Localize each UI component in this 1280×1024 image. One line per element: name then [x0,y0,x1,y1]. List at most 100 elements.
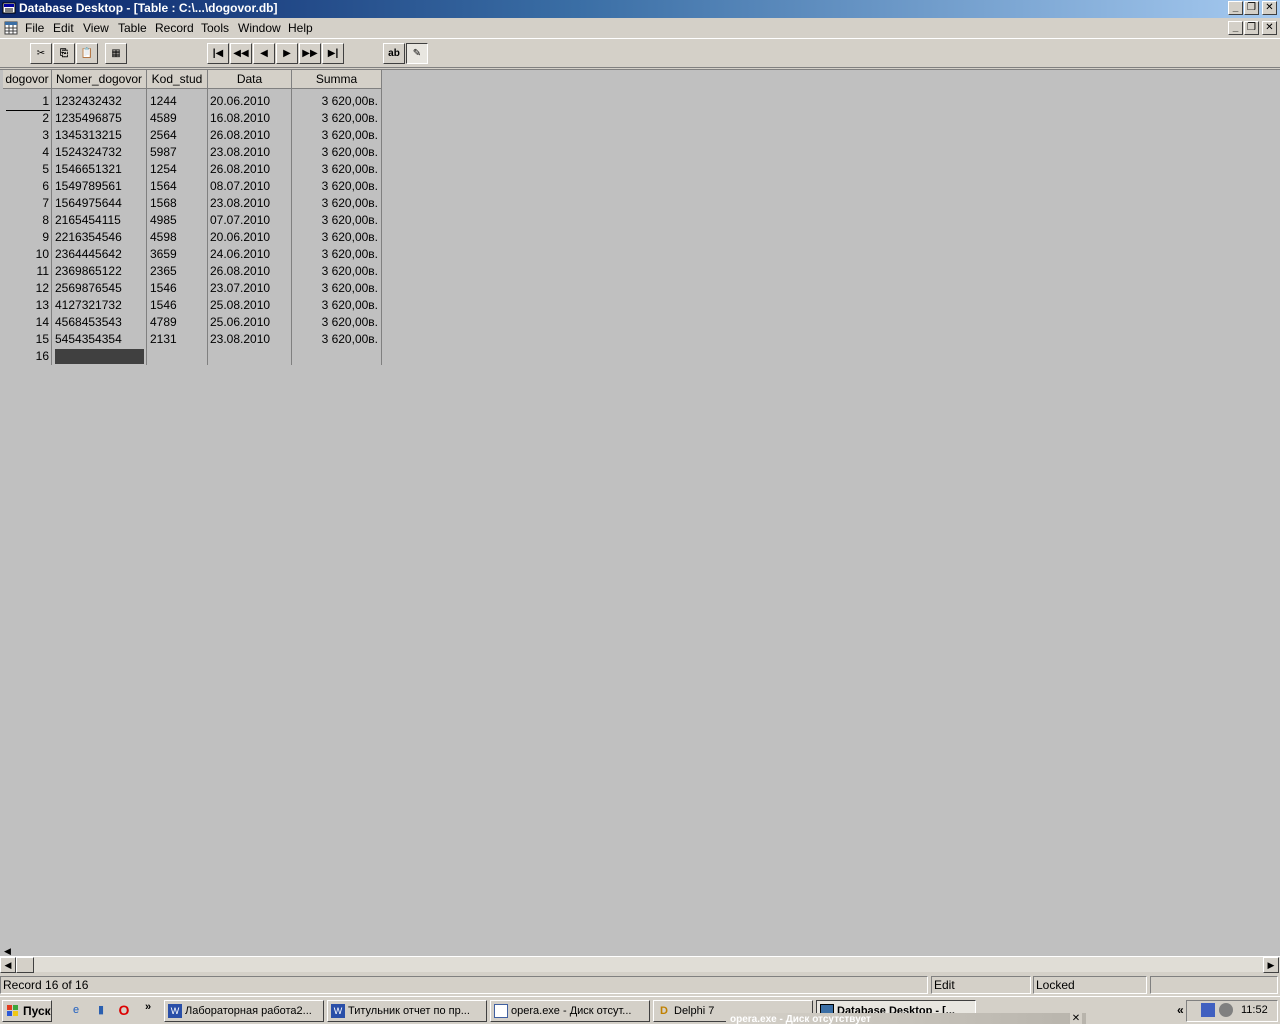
scroll-left-button[interactable]: ◀ [0,957,16,973]
menu-tools[interactable]: Tools [201,21,229,35]
restore-button[interactable]: ❐ [1244,1,1259,15]
cell-data[interactable]: 23.08.2010 [210,144,290,161]
cell-data[interactable]: 26.08.2010 [210,161,290,178]
cell-dogovor[interactable]: 12 [3,280,49,297]
cut-button[interactable]: ✂ [30,43,52,64]
cell-summa[interactable]: 3 620,00в. [294,212,378,229]
cell-summa[interactable]: 3 620,00в. [294,331,378,348]
clock[interactable]: 11:52 [1241,1004,1268,1016]
menu-table[interactable]: Table [118,21,147,35]
cell-kod-stud[interactable]: 2131 [150,331,206,348]
cell-nomer-dogovor[interactable]: 1235496875 [55,110,145,127]
cell-nomer-dogovor[interactable]: 1345313215 [55,127,145,144]
minimize-button[interactable]: _ [1228,1,1243,15]
quicklaunch-more-icon[interactable]: » [140,999,156,1015]
cell-summa[interactable]: 3 620,00в. [294,280,378,297]
cell-data[interactable]: 16.08.2010 [210,110,290,127]
cell-kod-stud[interactable]: 1244 [150,93,206,110]
paste-button[interactable]: 📋 [76,43,98,64]
horizontal-scrollbar[interactable]: ◀ ▶ [0,956,1280,973]
cell-data[interactable]: 20.06.2010 [210,93,290,110]
cell-kod-stud[interactable]: 1546 [150,280,206,297]
cell-nomer-dogovor[interactable]: 4127321732 [55,297,145,314]
cell-data[interactable]: 23.08.2010 [210,331,290,348]
cell-summa[interactable]: 3 620,00в. [294,144,378,161]
notification-popup[interactable]: opera.exe - Диск отсутствует ✕ [726,1013,1086,1024]
cell-summa[interactable]: 3 620,00в. [294,297,378,314]
scroll-right-button[interactable]: ▶ [1263,957,1279,973]
cell-dogovor[interactable]: 6 [3,178,49,195]
child-restore-button[interactable]: ❐ [1244,21,1259,35]
cell-dogovor[interactable]: 7 [3,195,49,212]
table-window-icon[interactable] [4,21,18,35]
cell-summa[interactable]: 3 620,00в. [294,195,378,212]
cell-dogovor[interactable]: 10 [3,246,49,263]
cell-kod-stud[interactable]: 4598 [150,229,206,246]
prev-set-button[interactable]: ◀◀ [230,43,252,64]
title-bar[interactable]: Database Desktop - [Table : C:\...\dogov… [0,0,1280,18]
prev-record-button[interactable]: ◀ [253,43,275,64]
menu-edit[interactable]: Edit [53,21,74,35]
cell-data[interactable]: 08.07.2010 [210,178,290,195]
cell-summa[interactable]: 3 620,00в. [294,127,378,144]
print-button[interactable]: ▦ [105,43,127,64]
cell-data[interactable]: 25.08.2010 [210,297,290,314]
cell-nomer-dogovor[interactable]: 2216354546 [55,229,145,246]
column-header-summa[interactable]: Summa [292,70,382,89]
field-view-button[interactable]: ab [383,43,405,64]
start-button[interactable]: Пуск [2,1000,52,1022]
cell-kod-stud[interactable]: 2365 [150,263,206,280]
cell-nomer-dogovor[interactable]: 1549789561 [55,178,145,195]
task-item-lab-work[interactable]: W Лабораторная работа2... [164,1000,324,1022]
cell-kod-stud[interactable]: 4789 [150,314,206,331]
notification-close-icon[interactable]: ✕ [1070,1013,1082,1024]
cell-dogovor[interactable]: 16 [3,348,49,365]
cell-nomer-dogovor[interactable]: 5454354354 [55,331,145,348]
table-view[interactable]: dogovor Nomer_dogovor Kod_stud Data Summ… [0,69,1280,956]
column-header-nomer-dogovor[interactable]: Nomer_dogovor [52,70,147,89]
menu-view[interactable]: View [83,21,109,35]
cell-nomer-dogovor[interactable]: 2165454115 [55,212,145,229]
column-header-kod-stud[interactable]: Kod_stud [147,70,208,89]
cell-nomer-dogovor[interactable]: 2369865122 [55,263,145,280]
cell-nomer-dogovor[interactable]: 1546651321 [55,161,145,178]
cell-nomer-dogovor[interactable]: 4568453543 [55,314,145,331]
cell-kod-stud[interactable]: 4985 [150,212,206,229]
next-set-button[interactable]: ▶▶ [299,43,321,64]
cell-dogovor[interactable]: 4 [3,144,49,161]
cell-kod-stud[interactable]: 1568 [150,195,206,212]
cell-dogovor[interactable]: 14 [3,314,49,331]
child-minimize-button[interactable]: _ [1228,21,1243,35]
internet-explorer-icon[interactable]: e [68,1002,84,1018]
cell-data[interactable]: 07.07.2010 [210,212,290,229]
last-record-button[interactable]: ▶| [322,43,344,64]
cell-summa[interactable]: 3 620,00в. [294,110,378,127]
menu-help[interactable]: Help [288,21,313,35]
cell-data[interactable]: 26.08.2010 [210,127,290,144]
cell-dogovor[interactable]: 15 [3,331,49,348]
copy-button[interactable]: ⎘ [53,43,75,64]
cell-kod-stud[interactable]: 2564 [150,127,206,144]
desktop-icon[interactable]: ▮ [93,1002,109,1018]
network-icon[interactable] [1201,1003,1215,1017]
next-record-button[interactable]: ▶ [276,43,298,64]
cell-summa[interactable]: 3 620,00в. [294,93,378,110]
cell-dogovor[interactable]: 13 [3,297,49,314]
menu-record[interactable]: Record [155,21,194,35]
cell-kod-stud[interactable]: 4589 [150,110,206,127]
cell-dogovor[interactable]: 8 [3,212,49,229]
menu-window[interactable]: Window [238,21,281,35]
cell-summa[interactable]: 3 620,00в. [294,263,378,280]
child-close-button[interactable]: ✕ [1262,21,1277,35]
cell-summa[interactable]: 3 620,00в. [294,314,378,331]
column-header-data[interactable]: Data [208,70,292,89]
first-record-button[interactable]: |◀ [207,43,229,64]
cell-dogovor[interactable]: 11 [3,263,49,280]
cell-kod-stud[interactable]: 1564 [150,178,206,195]
cell-summa[interactable]: 3 620,00в. [294,178,378,195]
tray-expand-icon[interactable]: « [1177,1003,1184,1017]
cell-data[interactable] [210,348,290,365]
cell-summa[interactable]: 3 620,00в. [294,246,378,263]
cell-nomer-dogovor[interactable]: 1564975644 [55,195,145,212]
cell-nomer-dogovor[interactable]: 1232432432 [55,93,145,110]
